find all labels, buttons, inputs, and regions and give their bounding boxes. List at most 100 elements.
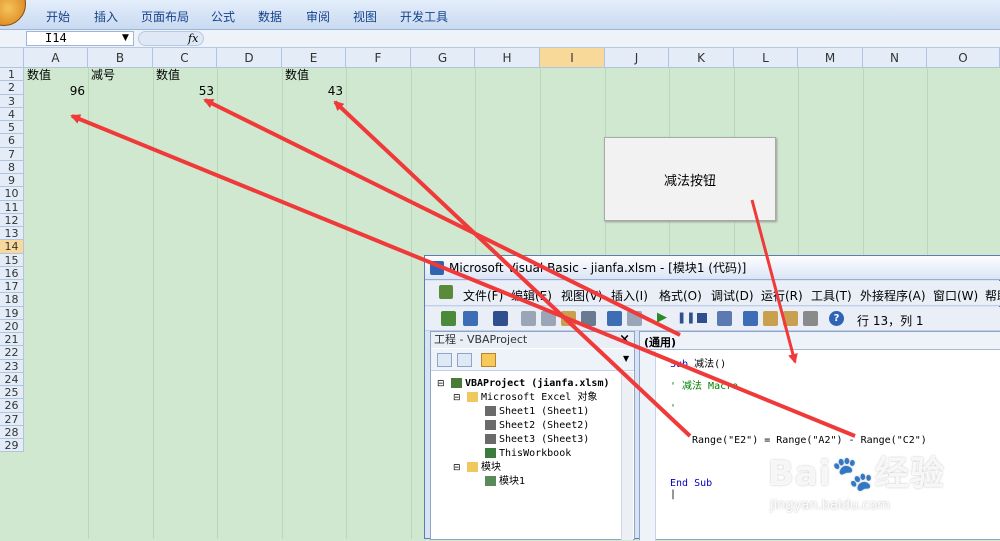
excel-view-icon[interactable] [439, 285, 453, 299]
tree-item-thisworkbook[interactable]: ThisWorkbook [485, 447, 571, 461]
column-header-o[interactable]: O [927, 48, 1000, 68]
row-header-28[interactable]: 28 [0, 425, 24, 439]
row-header-25[interactable]: 25 [0, 386, 24, 400]
row-header-6[interactable]: 6 [0, 134, 24, 148]
column-header-k[interactable]: K [669, 48, 734, 68]
menu-view[interactable]: 视图(V) [561, 287, 603, 304]
code-line-comment[interactable]: ' [670, 403, 676, 415]
tab-data[interactable]: 数据 [258, 8, 282, 25]
cell-c2[interactable]: 53 [156, 85, 214, 98]
chevron-down-icon[interactable]: ▼ [122, 33, 129, 43]
row-header-29[interactable]: 29 [0, 439, 24, 453]
view-object-icon[interactable] [457, 353, 472, 367]
tree-item-sheet1[interactable]: Sheet1 (Sheet1) [485, 405, 589, 419]
row-header-5[interactable]: 5 [0, 121, 24, 135]
column-header-c[interactable]: C [153, 48, 217, 68]
tree-item-excel-objects[interactable]: Microsoft Excel 对象 [467, 391, 597, 405]
row-header-26[interactable]: 26 [0, 399, 24, 413]
column-header-a[interactable]: A [24, 48, 88, 68]
row-header-21[interactable]: 21 [0, 333, 24, 347]
menu-debug[interactable]: 调试(D) [711, 287, 754, 304]
row-header-17[interactable]: 17 [0, 280, 24, 294]
redo-icon[interactable] [627, 311, 642, 326]
row-header-27[interactable]: 27 [0, 412, 24, 426]
stop-icon[interactable] [697, 313, 707, 323]
object-dropdown[interactable]: (通用) [644, 334, 676, 350]
properties-icon[interactable] [763, 311, 778, 326]
tab-view[interactable]: 视图 [353, 8, 377, 25]
cell-a1[interactable]: 数值 [27, 69, 51, 82]
menu-edit[interactable]: 编辑(E) [511, 287, 552, 304]
tree-item-sheet2[interactable]: Sheet2 (Sheet2) [485, 419, 589, 433]
cell-e2[interactable]: 43 [285, 85, 343, 98]
project-explorer-icon[interactable] [743, 311, 758, 326]
row-header-7[interactable]: 7 [0, 147, 24, 161]
cell-c1[interactable]: 数值 [156, 69, 180, 82]
tree-item-vbaproject[interactable]: VBAProject (jianfa.xlsm) [451, 377, 610, 391]
subtract-button[interactable]: 减法按钮 [604, 137, 776, 221]
view-code-icon[interactable] [437, 353, 452, 367]
menu-addins[interactable]: 外接程序(A) [860, 287, 926, 304]
tab-page-layout[interactable]: 页面布局 [141, 8, 189, 25]
cell-e1[interactable]: 数值 [285, 69, 309, 82]
row-header-4[interactable]: 4 [0, 107, 24, 121]
object-browser-icon[interactable] [783, 311, 798, 326]
column-header-g[interactable]: G [411, 48, 475, 68]
collapse-icon[interactable]: ⊟ [437, 379, 445, 389]
select-all-corner[interactable] [0, 48, 24, 68]
row-header-11[interactable]: 11 [0, 200, 24, 214]
menu-window[interactable]: 窗口(W) [933, 287, 978, 304]
tab-review[interactable]: 审阅 [306, 8, 330, 25]
chevron-down-icon[interactable]: ▼ [623, 354, 629, 363]
collapse-icon[interactable]: ⊟ [453, 463, 461, 473]
row-header-2[interactable]: 2 [0, 81, 24, 95]
menu-help[interactable]: 帮助 [985, 287, 1000, 304]
column-header-d[interactable]: D [217, 48, 282, 68]
tab-developer[interactable]: 开发工具 [400, 8, 448, 25]
row-header-10[interactable]: 10 [0, 187, 24, 201]
name-box[interactable]: I14 [26, 31, 134, 46]
toolbox-icon[interactable] [803, 311, 818, 326]
menu-run[interactable]: 运行(R) [761, 287, 803, 304]
find-icon[interactable] [581, 311, 596, 326]
row-header-13[interactable]: 13 [0, 227, 24, 241]
row-header-22[interactable]: 22 [0, 346, 24, 360]
pause-icon[interactable]: ❚❚ [677, 311, 695, 324]
row-header-18[interactable]: 18 [0, 293, 24, 307]
column-header-f[interactable]: F [346, 48, 411, 68]
code-margin-indicator[interactable] [640, 351, 656, 541]
row-header-1[interactable]: 1 [0, 68, 24, 82]
cut-icon[interactable] [521, 311, 536, 326]
row-header-23[interactable]: 23 [0, 359, 24, 373]
tab-insert[interactable]: 插入 [94, 8, 118, 25]
column-header-e[interactable]: E [282, 48, 346, 68]
row-header-24[interactable]: 24 [0, 372, 24, 386]
insert-userform-icon[interactable] [463, 311, 478, 326]
column-header-l[interactable]: L [734, 48, 798, 68]
menu-file[interactable]: 文件(F) [463, 287, 503, 304]
column-header-b[interactable]: B [88, 48, 153, 68]
toggle-folders-icon[interactable] [481, 353, 496, 367]
row-header-20[interactable]: 20 [0, 319, 24, 333]
function-icon[interactable]: fx [188, 32, 198, 45]
code-line-comment[interactable]: ' 减法 Macro [670, 381, 738, 393]
row-header-16[interactable]: 16 [0, 266, 24, 280]
cell-b1[interactable]: 减号 [91, 69, 115, 82]
copy-icon[interactable] [541, 311, 556, 326]
row-header-8[interactable]: 8 [0, 160, 24, 174]
view-excel-icon[interactable] [441, 311, 456, 326]
menu-format[interactable]: 格式(O) [659, 287, 702, 304]
row-header-14[interactable]: 14 [0, 240, 24, 254]
column-header-h[interactable]: H [475, 48, 540, 68]
row-header-9[interactable]: 9 [0, 174, 24, 188]
help-icon[interactable]: ? [829, 311, 844, 326]
menu-insert[interactable]: 插入(I) [611, 287, 648, 304]
cell-a2[interactable]: 96 [27, 85, 85, 98]
column-header-n[interactable]: N [863, 48, 927, 68]
close-icon[interactable]: × [619, 332, 630, 348]
run-icon[interactable]: ▶ [657, 310, 667, 325]
code-line-sub[interactable]: Sub 减法() [670, 359, 726, 371]
row-header-12[interactable]: 12 [0, 213, 24, 227]
menu-tools[interactable]: 工具(T) [811, 287, 852, 304]
column-header-m[interactable]: M [798, 48, 863, 68]
